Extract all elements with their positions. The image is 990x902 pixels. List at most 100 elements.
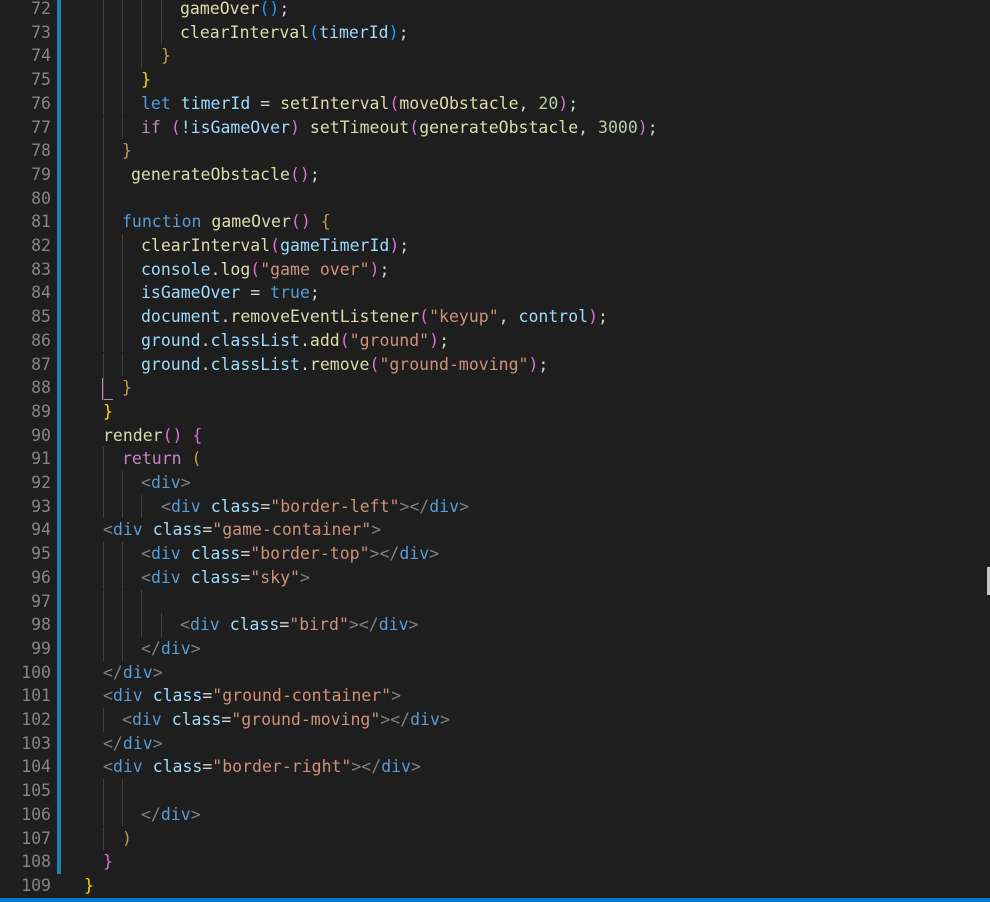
token: gameTimerId [280, 236, 390, 255]
token: class [152, 757, 203, 777]
token: classList [210, 330, 300, 350]
code-line[interactable]: <div class="ground-moving"></div> [0, 708, 990, 732]
token: ground [141, 354, 201, 374]
code-line[interactable]: } [0, 44, 990, 68]
token: "border-top" [250, 544, 370, 564]
token: "game-container" [212, 520, 372, 540]
token: true [270, 283, 310, 303]
token: gameOver [180, 0, 260, 18]
token: div [160, 804, 191, 824]
code-line[interactable]: ground.classList.add("ground"); [0, 329, 990, 353]
token: div [410, 710, 440, 729]
token: div [122, 733, 153, 753]
code-line[interactable]: } [0, 68, 990, 92]
token: 20 [538, 93, 559, 113]
token: generateObstacle [131, 164, 290, 184]
token: generateObstacle [419, 117, 579, 137]
code-line[interactable]: <div class="border-left"></div> [0, 495, 990, 519]
token: div [131, 710, 162, 729]
token: "bird" [289, 615, 349, 635]
code-line[interactable]: clearInterval(gameTimerId); [0, 234, 990, 258]
code-line[interactable] [0, 187, 990, 211]
token: document [141, 307, 221, 327]
status-bar [0, 898, 990, 902]
code-line[interactable]: </div> [0, 803, 990, 827]
token: class [190, 567, 241, 587]
token: class [229, 615, 280, 635]
token: remove [309, 354, 370, 374]
code-line[interactable]: gameOver(); [0, 0, 990, 21]
code-line[interactable]: <div class="bird"></div> [0, 613, 990, 637]
code-line[interactable]: function gameOver() { [0, 210, 990, 234]
code-line[interactable]: <div class="ground-container"> [0, 684, 990, 708]
code-line[interactable]: if (!isGameOver) setTimeout(generateObst… [0, 116, 990, 140]
token: timerId [180, 93, 251, 113]
code-line[interactable]: render() { [0, 424, 990, 448]
code-line[interactable]: </div> [0, 637, 990, 661]
code-line[interactable]: ground.classList.remove("ground-moving")… [0, 353, 990, 377]
token: log [220, 259, 251, 279]
token: clearInterval [180, 22, 310, 42]
token: class [210, 496, 261, 516]
code-line[interactable]: return ( [0, 447, 990, 471]
token: console [141, 259, 211, 279]
token: div [189, 615, 220, 635]
token: 3000 [598, 117, 638, 137]
code-line[interactable]: ) [0, 827, 990, 851]
token: "keyup" [429, 307, 499, 327]
code-line[interactable]: <div class="game-container"> [0, 518, 990, 542]
code-line[interactable]: </div> [0, 732, 990, 756]
token: div [112, 520, 143, 540]
token: return [122, 449, 182, 469]
code-line[interactable]: console.log("game over"); [0, 258, 990, 282]
token: setInterval [280, 93, 390, 113]
token: "border-right" [212, 757, 352, 777]
token: ground [141, 330, 201, 350]
token: "game over" [260, 259, 370, 279]
token: div [112, 757, 143, 777]
token: "ground-container" [212, 686, 392, 706]
token: div [150, 567, 181, 587]
code-line[interactable]: } [0, 850, 990, 874]
token: clearInterval [141, 236, 271, 255]
code-line[interactable]: let timerId = setInterval(moveObstacle, … [0, 92, 990, 116]
code-line[interactable]: clearInterval(timerId); [0, 21, 990, 45]
code-line[interactable]: </div> [0, 661, 990, 685]
code-line[interactable]: <div class="sky"> [0, 566, 990, 590]
code-line[interactable]: } [0, 874, 990, 898]
token: div [399, 544, 430, 564]
token: removeEventListener [230, 307, 420, 327]
code-editor[interactable]: 72 73 74 75 76 77 78 79 80 81 82 83 84 85 86 87 88 89 90 91… [0, 0, 990, 902]
token: function [122, 212, 202, 232]
token: div [112, 686, 143, 706]
token: !isGameOver [180, 117, 291, 137]
code-line[interactable]: <div class="border-top"></div> [0, 542, 990, 566]
token: "ground-moving" [379, 354, 529, 374]
token: "ground-moving" [231, 710, 381, 729]
code-line[interactable]: generateObstacle(); [0, 163, 990, 187]
token: div [170, 496, 201, 516]
token: div [381, 757, 411, 777]
token: "border-left" [270, 496, 400, 516]
token: "ground" [349, 330, 430, 350]
token: render [103, 425, 163, 445]
code-line[interactable]: document.removeEventListener("keyup", co… [0, 305, 990, 329]
code-line[interactable]: <div class="border-right"></div> [0, 755, 990, 779]
code-line[interactable]: isGameOver = true; [0, 281, 990, 305]
token: div [150, 473, 181, 492]
token: add [309, 330, 340, 350]
token: let [141, 93, 171, 113]
code-line[interactable]: } [0, 376, 990, 400]
token: class [171, 710, 222, 729]
token: control [518, 307, 589, 327]
token: div [378, 615, 409, 635]
code-line[interactable] [0, 590, 990, 614]
token: div [429, 496, 460, 516]
code-line[interactable] [0, 779, 990, 803]
token: setTimeout [309, 117, 410, 137]
token: div [122, 662, 153, 682]
code-line[interactable]: } [0, 400, 990, 424]
token: if [141, 117, 161, 137]
code-line[interactable]: <div> [0, 471, 990, 495]
code-line[interactable]: } [0, 139, 990, 163]
